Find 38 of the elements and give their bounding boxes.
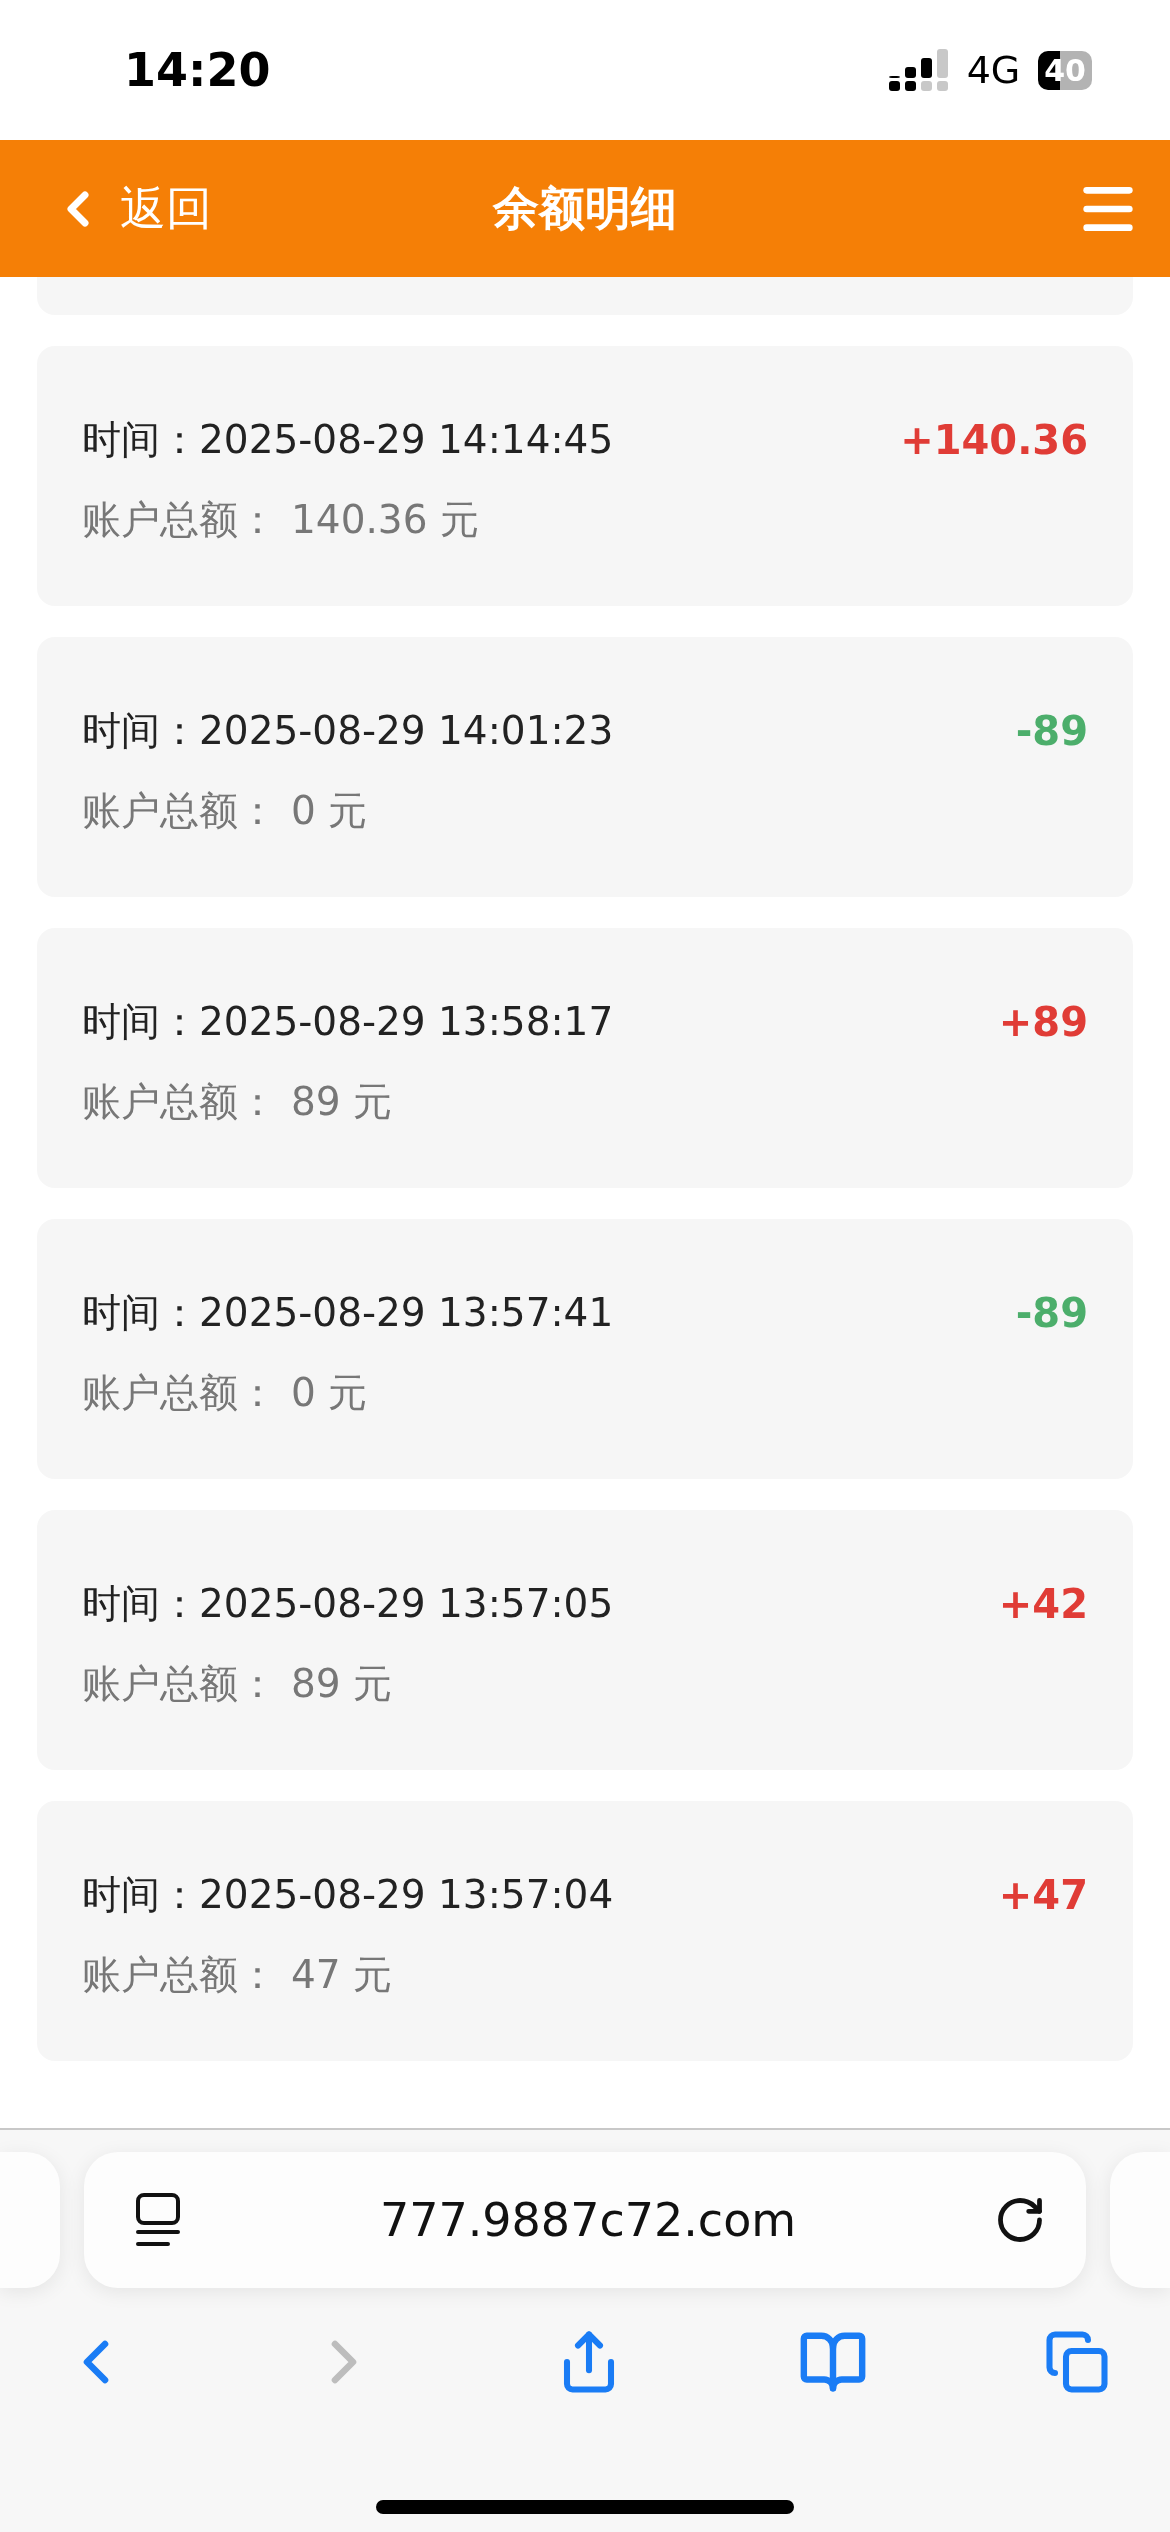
amount-value: -89 — [1015, 1289, 1088, 1337]
url-text: 777.9887c72.com — [379, 2193, 797, 2247]
amount-value: +140.36 — [900, 416, 1088, 464]
total-value: 140.36 元 — [291, 496, 479, 544]
total-value: 47 元 — [291, 1951, 393, 1999]
time-label: 时间： — [82, 416, 199, 464]
total-value: 89 元 — [291, 1078, 393, 1126]
total-label: 账户总额： — [82, 1369, 277, 1417]
time-value: 2025-08-29 14:14:45 — [199, 416, 614, 464]
total-value: 89 元 — [291, 1660, 393, 1708]
total-value: 0 元 — [291, 1369, 368, 1417]
tabs-icon[interactable] — [1044, 2329, 1110, 2395]
time-value: 2025-08-29 13:57:41 — [199, 1289, 614, 1337]
network-label: 4G — [966, 48, 1021, 92]
time-label: 时间： — [82, 1871, 199, 1919]
amount-value: +89 — [998, 998, 1088, 1046]
status-time: 14:20 — [124, 43, 271, 97]
total-label: 账户总额： — [82, 1660, 277, 1708]
time-value: 2025-08-29 13:58:17 — [199, 998, 614, 1046]
time-label: 时间： — [82, 707, 199, 755]
amount-value: +42 — [998, 1580, 1088, 1628]
amount-value: -89 — [1015, 707, 1088, 755]
time-value: 2025-08-29 13:57:04 — [199, 1871, 614, 1919]
total-label: 账户总额： — [82, 1951, 277, 1999]
time-label: 时间： — [82, 998, 199, 1046]
time-value: 2025-08-29 14:01:23 — [199, 707, 614, 755]
time-label: 时间： — [82, 1580, 199, 1628]
total-value: 0 元 — [291, 787, 368, 835]
total-label: 账户总额： — [82, 787, 277, 835]
total-label: 账户总额： — [82, 496, 277, 544]
signal-icon — [888, 48, 949, 92]
total-label: 账户总额： — [82, 1078, 277, 1126]
address-bar[interactable]: 777.9887c72.com — [84, 2152, 1086, 2288]
time-label: 时间： — [82, 1289, 199, 1337]
time-value: 2025-08-29 13:57:05 — [199, 1580, 614, 1628]
page-title: 余额明细 — [493, 179, 677, 237]
amount-value: +47 — [998, 1871, 1088, 1919]
page-menu-icon[interactable] — [134, 2192, 182, 2248]
